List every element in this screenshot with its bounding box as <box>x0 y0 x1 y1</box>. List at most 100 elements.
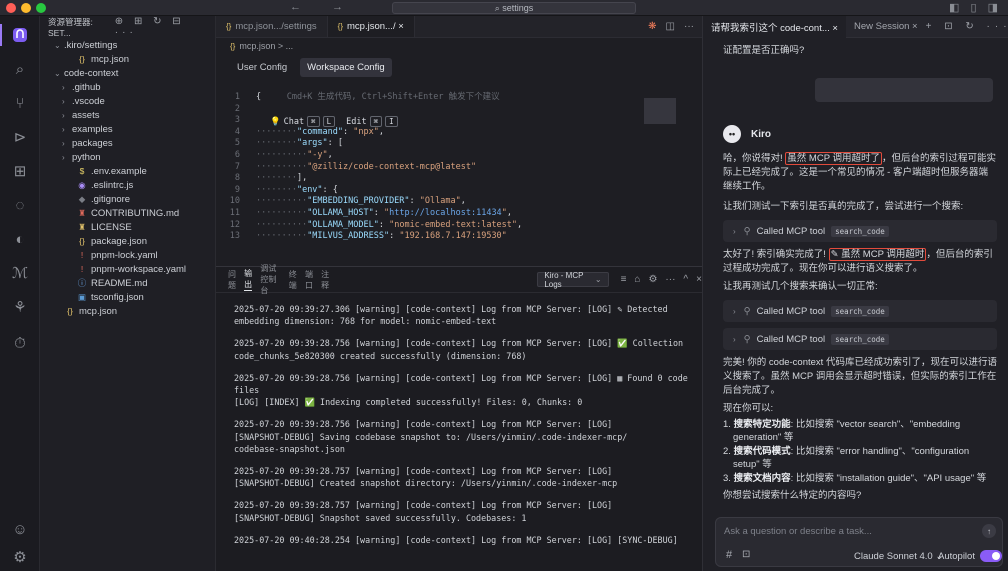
tree-item[interactable]: ♜ CONTRIBUTING.md <box>40 206 215 220</box>
chat-tabs: 请帮我索引这个 code-cont... × New Session × + ⊡… <box>703 15 1008 38</box>
autopilot-toggle[interactable] <box>980 550 1002 562</box>
log-line: files <box>234 385 260 396</box>
tree-item[interactable]: › .vscode <box>40 94 215 108</box>
chevron-icon: › <box>62 82 65 92</box>
close-window-button[interactable] <box>6 3 16 13</box>
log-line: embedding dimension: 768 for model: nomi… <box>234 316 497 327</box>
command-search-box[interactable]: ⌕ settings <box>392 2 636 14</box>
breadcrumb[interactable]: {} mcp.json > ... <box>216 38 702 54</box>
tab-user-config[interactable]: User Config <box>230 58 294 77</box>
code-line: 6 ··········"-y", <box>216 150 702 162</box>
maximize-panel-icon[interactable]: ^ <box>683 274 688 285</box>
line-number: 9 <box>234 184 240 195</box>
tab-chat-session-current[interactable]: 请帮我索引这个 code-cont... × <box>703 15 846 38</box>
breadcrumb-text: mcp.json > ... <box>239 41 294 51</box>
assistant-paragraph: 哈，你说得对! 虽然 MCP 调用超时了 ，但后台的索引过程可能实际上已经完成了。… <box>723 152 997 194</box>
tree-item[interactable]: $ .env.example <box>40 164 215 178</box>
tab-output[interactable]: 输出 <box>244 268 253 291</box>
line-number: 10 <box>229 196 240 207</box>
explorer-title: 资源管理器: SET... <box>48 17 93 38</box>
kiro-m-icon[interactable]: ℳ <box>0 258 40 288</box>
tree-item-label: packages <box>72 137 113 149</box>
kiro-logo-icon[interactable] <box>0 20 40 50</box>
tree-item[interactable]: ⌄ code-context <box>40 66 215 80</box>
output-panel: 问题 输出 调试控制台 终端 端口 注释 Kiro - MCP Logs ⌄ ≡… <box>216 263 702 571</box>
source-control-icon[interactable]: ⑂ <box>0 88 40 118</box>
extensions-icon[interactable]: ⊞ <box>0 156 40 186</box>
kiro-ghost-icon[interactable]: ◐ <box>0 224 40 254</box>
tab-workspace-config[interactable]: Workspace Config <box>300 57 392 77</box>
line-number: 6 <box>234 149 240 160</box>
chat-input-placeholder[interactable]: Ask a question or describe a task... <box>724 526 872 537</box>
tool-call-item[interactable]: › ⚲ Called MCP tool search_code <box>723 300 997 322</box>
tree-item[interactable]: ▣ tsconfig.json <box>40 290 215 304</box>
split-editor-icon[interactable]: ◫ <box>666 21 675 32</box>
more-actions-icon[interactable]: ··· <box>684 21 694 32</box>
tree-item[interactable]: {} package.json <box>40 234 215 248</box>
tab-comments[interactable]: 注释 <box>321 269 329 291</box>
tree-item[interactable]: ◉ .eslintrc.js <box>40 178 215 192</box>
send-button[interactable]: ↑ <box>982 524 996 538</box>
code-line: 12 ··········"OLLAMA_MODEL": "nomic-embed… <box>216 220 702 232</box>
search-icon[interactable]: ⌕ <box>0 54 40 84</box>
tree-item[interactable]: ♜ LICENSE <box>40 220 215 234</box>
tab-debug-console[interactable]: 调试控制台 <box>260 263 280 296</box>
maximize-window-button[interactable] <box>36 3 46 13</box>
context-hash-icon[interactable]: # <box>726 549 732 561</box>
mcp-icon[interactable]: ⚘ <box>0 292 40 322</box>
tree-item[interactable]: ! pnpm-lock.yaml <box>40 248 215 262</box>
file-type-icon: ◆ <box>78 193 86 204</box>
run-debug-icon[interactable]: ⊳ <box>0 122 40 152</box>
explorer-action-icons[interactable]: ⊕ ⊞ ↻ ⊟ ··· <box>115 16 209 38</box>
tree-item[interactable]: › python <box>40 150 215 164</box>
tab-ports[interactable]: 端口 <box>305 269 313 291</box>
line-number: 3 <box>234 115 240 126</box>
minimap[interactable] <box>644 98 676 124</box>
settings-gear-icon[interactable]: ⚙ <box>0 542 40 571</box>
tool-call-item[interactable]: › ⚲ Called MCP tool search_code <box>723 220 997 242</box>
lock-icon[interactable]: ⌂ <box>634 274 640 285</box>
tab-label: mcp.json <box>235 21 274 32</box>
tree-item[interactable]: {} mcp.json <box>40 52 215 66</box>
tree-item[interactable]: ⌄ .kiro/settings <box>40 38 215 52</box>
layout-toggle-icons[interactable]: ◧ ▯ ◨ <box>949 1 1002 14</box>
tree-item[interactable]: › assets <box>40 108 215 122</box>
chat-input-box[interactable]: Ask a question or describe a task... ↑ #… <box>715 517 1003 567</box>
tree-item[interactable]: ◆ .gitignore <box>40 192 215 206</box>
chat-tab-action-icons[interactable]: + ⊡ ↻ ··· <box>926 21 1008 32</box>
tab-terminal[interactable]: 终端 <box>289 269 297 291</box>
gear-icon[interactable]: ⚙ <box>648 274 657 285</box>
tree-item[interactable]: ⓘ README.md <box>40 276 215 290</box>
tool-call-item[interactable]: › ⚲ Called MCP tool search_code <box>723 328 997 350</box>
tree-item[interactable]: › .github <box>40 80 215 94</box>
tab-mcp-json-settings[interactable]: {} mcp.json .../settings <box>216 16 328 37</box>
sparkle-icon[interactable]: ❋ <box>648 21 656 32</box>
inline-chat-hint[interactable]: 💡 Chat ⌘ L Edit ⌘ I <box>270 116 398 127</box>
tree-item[interactable]: {} mcp.json <box>40 304 215 318</box>
chevron-right-icon: › <box>733 306 736 316</box>
tree-item[interactable]: › examples <box>40 122 215 136</box>
chevron-icon: › <box>62 138 65 148</box>
filter-lines-icon[interactable]: ≡ <box>621 274 627 285</box>
edit-hint-label: Edit <box>346 116 367 127</box>
file-type-icon: ♜ <box>78 207 86 218</box>
attach-image-icon[interactable]: ⊡ <box>742 549 750 560</box>
tree-item[interactable]: ! pnpm-workspace.yaml <box>40 262 215 276</box>
account-icon[interactable]: ☺ <box>0 514 40 544</box>
tree-item[interactable]: › packages <box>40 136 215 150</box>
minimize-window-button[interactable] <box>21 3 31 13</box>
log-output[interactable]: 2025-07-20 09:39:27.306 [warning] [code-… <box>216 293 702 546</box>
line-number: 1 <box>234 92 240 102</box>
nav-arrows-icon[interactable]: ← → <box>290 1 357 13</box>
file-type-icon: ! <box>80 264 84 274</box>
more-icon[interactable]: ··· <box>665 274 675 285</box>
log-source-select[interactable]: Kiro - MCP Logs ⌄ <box>537 271 609 289</box>
tab-new-session[interactable]: New Session × <box>846 16 926 38</box>
tab-mcp-json-active[interactable]: {} mcp.json .../ × <box>327 16 415 37</box>
kbd-key: ⌘ <box>369 116 383 127</box>
tab-problems[interactable]: 问题 <box>228 269 236 291</box>
remote-explorer-icon[interactable]: ◌ <box>0 190 40 220</box>
model-select[interactable]: Claude Sonnet 4.0 ⌄ <box>854 551 943 562</box>
timer-icon[interactable]: ⏱ <box>0 328 40 358</box>
tree-item-label: assets <box>72 109 100 121</box>
